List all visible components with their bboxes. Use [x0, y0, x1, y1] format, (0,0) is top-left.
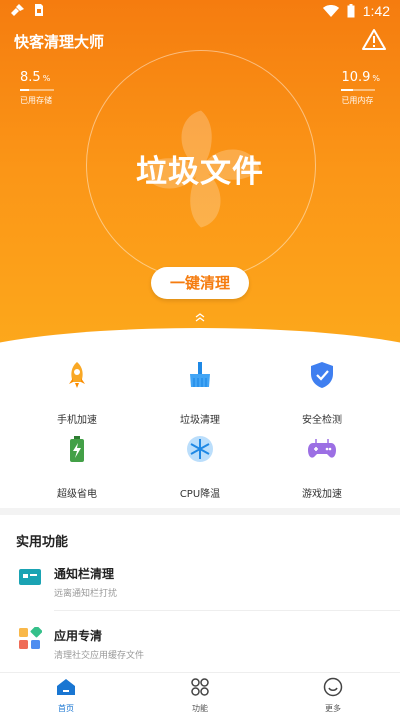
broom-icon: [190, 362, 210, 387]
grid-item-power-saving[interactable]: 超级省电: [17, 434, 137, 500]
grid-label: 超级省电: [57, 489, 97, 500]
tab-label: 首页: [58, 704, 74, 712]
storage-usage: 8.5% 已用存储: [20, 66, 54, 106]
hero-banner: 1:42 快客清理大师 8.5% 已用存储 10.9% 已用内存 垃圾文件 一键…: [0, 0, 400, 380]
storage-bar: [20, 89, 54, 91]
warning-icon[interactable]: [362, 28, 386, 52]
list-item-title: 应用专清: [54, 629, 103, 643]
storage-value: 8.5: [20, 70, 41, 85]
cleaner-notify-icon: [11, 4, 24, 16]
shield-icon: [311, 362, 333, 388]
tab-label: 功能: [192, 704, 208, 712]
wifi-icon: [322, 5, 339, 17]
list-item-app-clean[interactable]: 应用专清 清理社交应用缓存文件: [0, 627, 400, 677]
tab-label: 更多: [325, 704, 341, 712]
home-icon: [57, 679, 75, 695]
utilities-section: 实用功能 通知栏清理 远离通知栏打扰 应用专清 清理社交应用缓存文件: [0, 515, 400, 675]
tab-features[interactable]: 功能: [160, 677, 240, 712]
clock: 1:42: [362, 3, 390, 19]
grid-item-phone-boost[interactable]: 手机加速: [17, 360, 137, 426]
storage-unit: %: [42, 74, 51, 83]
list-item-notification-clean[interactable]: 通知栏清理 远离通知栏打扰: [0, 565, 400, 615]
memory-value: 10.9: [341, 70, 371, 85]
storage-label: 已用存储: [20, 96, 52, 105]
status-bar: 1:42: [0, 0, 400, 24]
app-title: 快客清理大师: [14, 33, 105, 51]
grid-item-security-check[interactable]: 安全检测: [262, 360, 382, 426]
grid-item-junk-clean[interactable]: 垃圾清理: [140, 360, 260, 426]
memory-bar: [341, 89, 376, 91]
memory-bar-fill: [341, 89, 353, 91]
grid-item-cpu-cooling[interactable]: CPU降温: [140, 434, 260, 500]
grid-dots-icon: [191, 678, 209, 696]
gamepad-icon: [308, 439, 336, 458]
battery-icon: [70, 436, 84, 462]
divider: [54, 610, 400, 611]
feature-grid: 手机加速 垃圾清理 安全检测 超级省电 CPU降温 游戏加速: [0, 345, 400, 508]
rocket-icon: [69, 362, 85, 388]
one-click-clean-button[interactable]: 一键清理: [151, 267, 249, 299]
smile-icon: [323, 677, 343, 697]
grid-label: 手机加速: [57, 415, 97, 426]
junk-files-title: 垃圾文件: [136, 154, 264, 190]
list-item-subtitle: 清理社交应用缓存文件: [54, 651, 145, 661]
chevron-up-icon[interactable]: [194, 311, 206, 323]
section-title: 实用功能: [16, 535, 69, 550]
snowflake-icon: [187, 436, 213, 462]
sim-notify-icon: [35, 4, 43, 16]
grid-label: 安全检测: [302, 415, 342, 426]
grid-label: 游戏加速: [302, 489, 342, 500]
list-item-subtitle: 远离通知栏打扰: [54, 589, 118, 599]
grid-item-game-boost[interactable]: 游戏加速: [262, 434, 382, 500]
tab-more[interactable]: 更多: [293, 677, 373, 712]
memory-label: 已用内存: [341, 96, 374, 105]
list-item-title: 通知栏清理: [54, 567, 115, 581]
memory-usage: 10.9% 已用内存: [341, 66, 380, 106]
battery-status-icon: [347, 4, 355, 18]
notification-icon: [19, 569, 41, 585]
tab-home[interactable]: 首页: [26, 677, 106, 712]
storage-bar-fill: [20, 89, 29, 91]
grid-label: 垃圾清理: [180, 415, 220, 426]
memory-unit: %: [372, 74, 380, 83]
grid-label: CPU降温: [179, 489, 221, 500]
bottom-tab-bar: 首页 功能 更多: [0, 672, 400, 712]
apps-icon: [19, 627, 42, 649]
